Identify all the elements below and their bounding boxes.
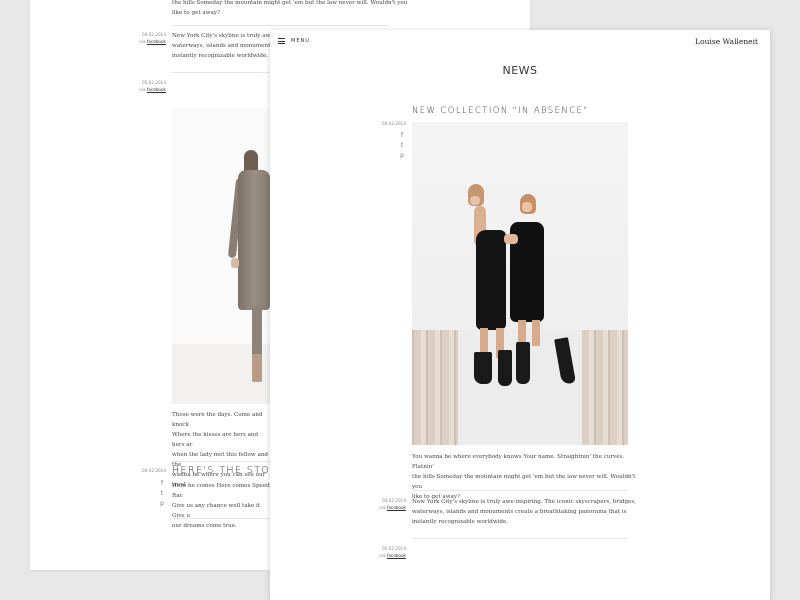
- post-photo: [412, 122, 628, 445]
- entry-date: 04.02.2014: [382, 498, 406, 503]
- pinterest-icon[interactable]: p: [160, 501, 164, 507]
- page-title: NEWS: [502, 64, 538, 77]
- entry-via: via facebook: [126, 39, 166, 44]
- caption-text: Those were the days. Come and knock Wher…: [172, 410, 272, 490]
- via-label: via: [379, 505, 386, 510]
- front-page: MENU Louise Walleneit NEWS NEW COLLECTIO…: [270, 30, 770, 600]
- intro-line: like to get away?: [172, 10, 220, 16]
- entry-via: via facebook: [366, 553, 406, 558]
- via-label: via: [139, 39, 146, 44]
- menu-button[interactable]: MENU: [278, 38, 310, 44]
- intro-paragraph: the hills Someday the mountain might get…: [172, 0, 502, 18]
- divider: [412, 538, 628, 539]
- divider: [172, 518, 270, 519]
- facebook-link[interactable]: facebook: [147, 39, 166, 44]
- divider: [172, 461, 270, 462]
- post-date: 04.02.2014: [382, 121, 406, 126]
- divider: [172, 25, 388, 26]
- entry-text: New York City's skyline is truly awe-ins…: [412, 497, 637, 527]
- facebook-link[interactable]: facebook: [387, 505, 406, 510]
- facebook-icon[interactable]: f: [401, 133, 403, 139]
- divider: [412, 490, 628, 491]
- post-text: Here he comes Here comes Speed Rac Give …: [172, 481, 272, 531]
- facebook-link[interactable]: facebook: [387, 553, 406, 558]
- brand-logo[interactable]: Louise Walleneit: [695, 37, 758, 46]
- caption-line: Where the kisses are hers and hers ar: [172, 432, 259, 448]
- facebook-link[interactable]: facebook: [147, 87, 166, 92]
- post-line: You wanna be where everybody knows Your …: [412, 454, 625, 470]
- twitter-icon[interactable]: t: [161, 491, 163, 497]
- twitter-icon[interactable]: t: [401, 143, 403, 149]
- share-buttons: f t p: [158, 481, 166, 507]
- hamburger-icon[interactable]: [278, 38, 285, 44]
- entry-line: instantly recognizable worldwide.: [412, 519, 509, 525]
- pinterest-icon[interactable]: p: [400, 153, 404, 159]
- entry-date: 05.02.2014: [382, 546, 406, 551]
- post-title[interactable]: NEW COLLECTION "IN ABSENCE": [412, 106, 589, 116]
- back-post-photo: [172, 108, 270, 404]
- entry-line: waterways, islands and monuments create …: [412, 509, 627, 515]
- caption-line: Those were the days. Come and knock: [172, 412, 263, 428]
- entry-date: 05.02.2014: [142, 80, 166, 85]
- via-label: via: [139, 87, 146, 92]
- post-date: 04.02.2014: [142, 468, 166, 473]
- facebook-icon[interactable]: f: [161, 481, 163, 487]
- post-line: the hills Someday the mountain might get…: [412, 474, 636, 490]
- intro-line: the hills Someday the mountain might get…: [172, 0, 408, 6]
- entry-line: New York City's skyline is truly awe-ins…: [412, 499, 636, 505]
- menu-label[interactable]: MENU: [291, 38, 310, 44]
- post-line: Here he comes Here comes Speed Rac: [172, 483, 270, 499]
- entry-via: via facebook: [126, 87, 166, 92]
- via-label: via: [379, 553, 386, 558]
- entry-via: via facebook: [366, 505, 406, 510]
- post-line: our dreams come true.: [172, 523, 237, 529]
- post-text: You wanna be where everybody knows Your …: [412, 452, 637, 502]
- entry-date: 04.02.2014: [142, 32, 166, 37]
- share-buttons: f t p: [398, 133, 406, 159]
